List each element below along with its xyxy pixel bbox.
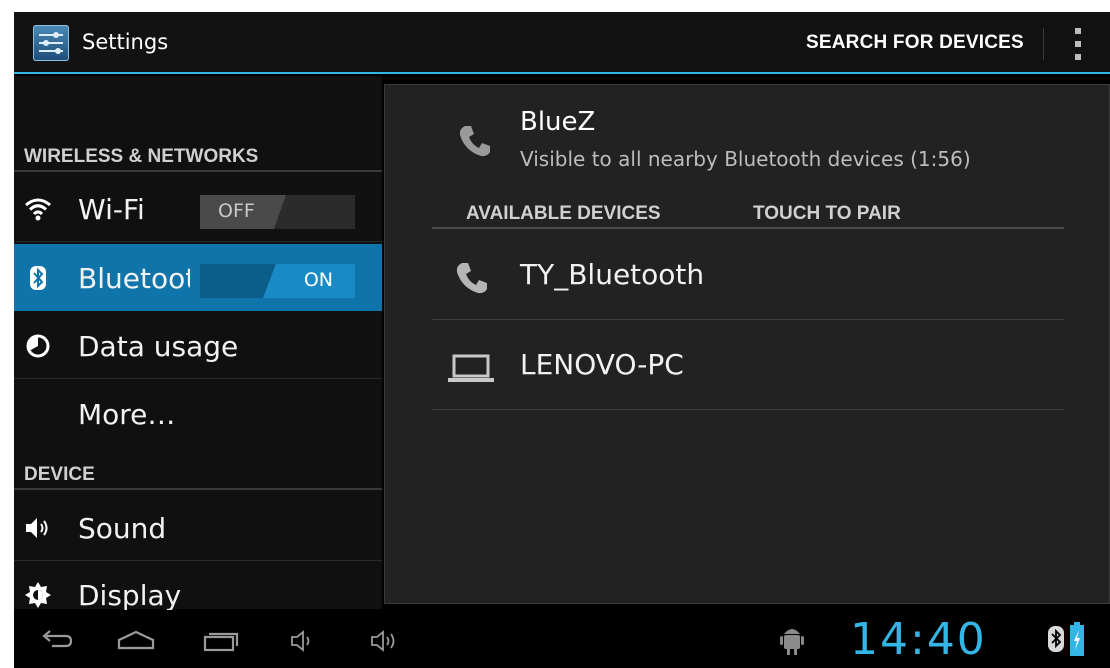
nav-label-sound: Sound <box>78 512 167 545</box>
touch-to-pair-header: TOUCH TO PAIR <box>753 203 901 224</box>
bluetooth-toggle-label: ON <box>303 269 333 291</box>
action-bar: Settings SEARCH FOR DEVICES <box>14 12 1110 74</box>
nav-item-sound[interactable]: Sound <box>14 494 382 561</box>
nav-item-data-usage[interactable]: Data usage <box>14 312 382 379</box>
nav-label-bluetooth: Bluetooth <box>78 262 190 295</box>
android-screen: Settings SEARCH FOR DEVICES WIRELESS & N… <box>14 12 1110 668</box>
bluetooth-icon <box>30 266 46 290</box>
local-device-visibility: Visible to all nearby Bluetooth devices … <box>520 147 971 171</box>
app-title: Settings <box>82 30 169 54</box>
local-device-name[interactable]: BlueZ <box>520 107 595 137</box>
back-icon[interactable] <box>38 630 74 650</box>
status-clock[interactable]: 14:40 <box>850 614 987 665</box>
display-icon <box>25 582 51 608</box>
available-devices-header: AVAILABLE DEVICES <box>466 203 661 224</box>
nav-label-data-usage: Data usage <box>78 330 239 363</box>
laptop-icon <box>448 354 494 382</box>
header-divider <box>432 227 1064 229</box>
phone-icon <box>459 126 490 157</box>
settings-nav-pane: WIRELESS & NETWORKS Wi-Fi OFF Bluetooth … <box>14 76 382 612</box>
wifi-icon <box>25 198 51 221</box>
phone-icon <box>456 263 487 294</box>
bluetooth-detail-pane: BlueZ Visible to all nearby Bluetooth de… <box>384 84 1110 604</box>
action-divider <box>1043 28 1044 60</box>
device-row-ty-bluetooth[interactable]: TY_Bluetooth <box>432 230 1064 320</box>
sound-icon <box>26 518 48 538</box>
nav-label-more: More… <box>78 398 176 431</box>
nav-label-wifi: Wi-Fi <box>78 193 145 226</box>
section-header-wireless: WIRELESS & NETWORKS <box>14 146 382 172</box>
wifi-toggle[interactable]: OFF <box>200 195 355 229</box>
bluetooth-toggle[interactable]: ON <box>200 264 355 298</box>
data-usage-icon <box>26 334 50 358</box>
device-name: LENOVO-PC <box>520 348 684 381</box>
settings-app-icon[interactable] <box>33 25 69 61</box>
volume-down-icon[interactable] <box>290 630 316 652</box>
wifi-toggle-label: OFF <box>218 200 255 222</box>
android-debug-icon <box>780 629 804 655</box>
nav-item-wifi[interactable]: Wi-Fi OFF <box>14 175 382 242</box>
recent-apps-icon[interactable] <box>203 630 239 652</box>
device-row-lenovo-pc[interactable]: LENOVO-PC <box>432 320 1064 410</box>
device-name: TY_Bluetooth <box>520 258 705 291</box>
system-bar: 14:40 <box>14 610 1110 668</box>
battery-charging-icon <box>1070 622 1084 656</box>
section-header-device: DEVICE <box>14 464 382 490</box>
nav-label-display: Display <box>78 579 182 612</box>
overflow-menu-icon[interactable] <box>1072 28 1084 60</box>
nav-item-bluetooth[interactable]: Bluetooth ON <box>14 244 382 311</box>
bluetooth-status-icon <box>1048 626 1064 652</box>
volume-up-icon[interactable] <box>370 630 402 652</box>
home-icon[interactable] <box>116 630 156 650</box>
nav-item-more[interactable]: More… <box>14 380 382 444</box>
search-for-devices-button[interactable]: SEARCH FOR DEVICES <box>806 32 1024 54</box>
